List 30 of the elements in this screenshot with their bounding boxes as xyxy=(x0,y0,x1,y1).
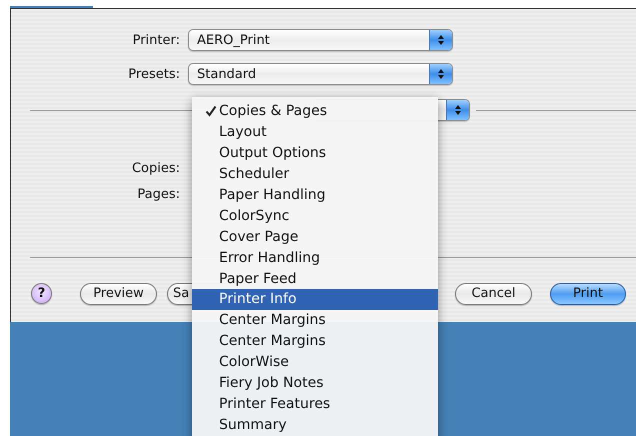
field-label: Pages: xyxy=(136,187,181,202)
field-label: Copies: xyxy=(130,161,181,176)
menu-item[interactable]: Output Options xyxy=(192,142,438,164)
help-button[interactable]: ? xyxy=(31,283,52,304)
field-label: Printer: xyxy=(132,32,181,48)
menu-item[interactable]: Copies & Pages xyxy=(192,101,438,122)
menu-item[interactable]: Fiery Job Notes xyxy=(192,372,438,394)
popup-menu[interactable]: Standard xyxy=(188,63,453,85)
dialog-button[interactable]: Preview xyxy=(80,282,157,304)
menu-item[interactable]: Summary xyxy=(192,414,438,436)
menu-item[interactable]: Printer Info xyxy=(192,289,438,310)
field-label: Presets: xyxy=(127,66,181,82)
menu-item[interactable]: Paper Handling xyxy=(192,184,438,206)
menu-item[interactable]: Error Handling xyxy=(192,247,438,268)
popup-arrows-icon xyxy=(437,68,445,80)
dropdown-menu[interactable] xyxy=(192,97,438,436)
dialog-button[interactable]: Cancel xyxy=(455,282,532,304)
menu-item[interactable]: Layout xyxy=(192,122,438,143)
menu-item[interactable]: ColorSync xyxy=(192,205,438,226)
print-button[interactable]: Print xyxy=(550,282,626,304)
popup-arrows-icon xyxy=(454,104,462,116)
popup-arrows-icon xyxy=(437,34,445,46)
menu-item[interactable]: Center Margins xyxy=(192,330,438,352)
menu-item[interactable]: Center Margins xyxy=(192,310,438,331)
popup-menu[interactable]: AERO_Print xyxy=(188,29,453,51)
menu-item[interactable]: Cover Page xyxy=(192,226,438,248)
menu-item[interactable]: Scheduler xyxy=(192,164,438,185)
menu-item[interactable]: Printer Features xyxy=(192,393,438,414)
menu-item[interactable]: Paper Feed xyxy=(192,268,438,290)
menu-item[interactable]: ColorWise xyxy=(192,352,438,373)
